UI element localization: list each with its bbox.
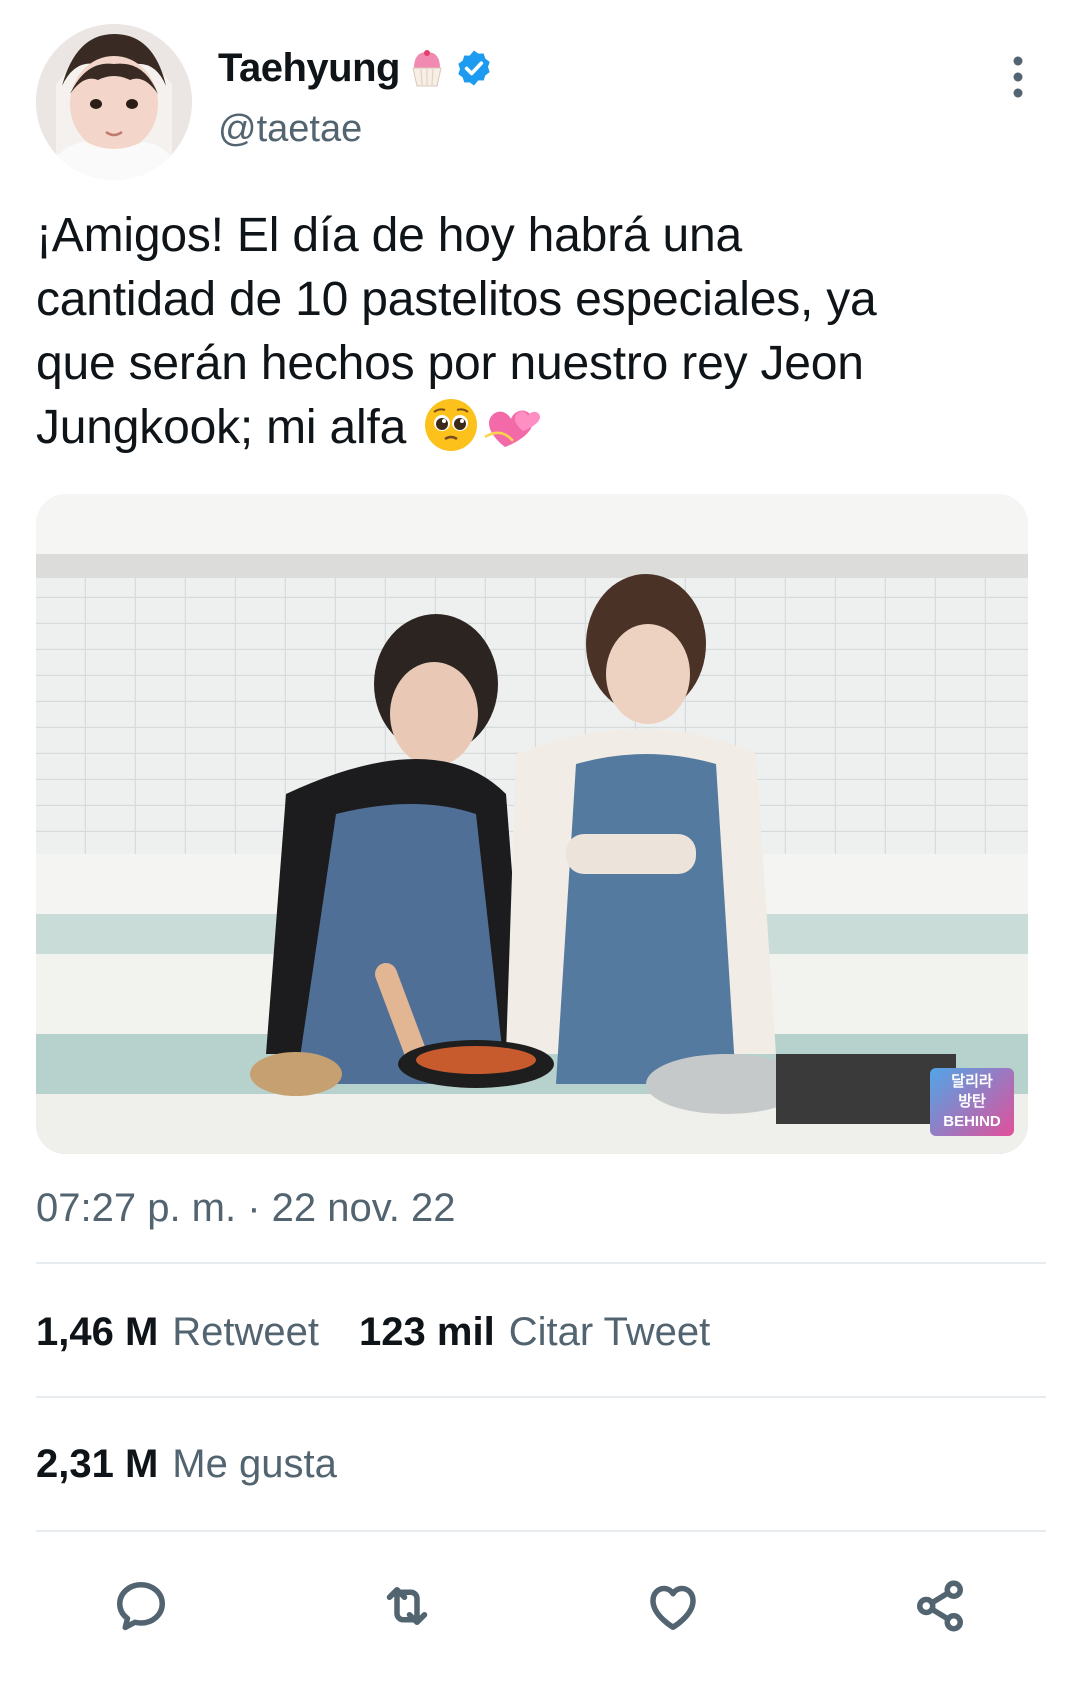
two-hearts-icon: [483, 397, 547, 470]
stats-row-likes: 2,31 M Me gusta: [36, 1442, 377, 1487]
retweet-icon: [386, 1587, 428, 1625]
quote-label[interactable]: Citar Tweet: [509, 1310, 711, 1355]
verified-badge-icon: [454, 48, 494, 88]
watermark-line: 방탄: [958, 1093, 986, 1110]
reply-icon: [117, 1582, 165, 1631]
cupcake-icon: [408, 48, 446, 88]
share-button[interactable]: [904, 1570, 976, 1642]
author-name[interactable]: Taehyung: [218, 46, 400, 91]
like-button[interactable]: [637, 1570, 709, 1642]
retweet-button[interactable]: [371, 1570, 443, 1642]
like-label[interactable]: Me gusta: [172, 1442, 337, 1487]
like-count[interactable]: 2,31 M: [36, 1442, 158, 1487]
tweet-text-line: ¡Amigos! El día de hoy habrá una: [36, 209, 743, 262]
stats-row-retweets: 1,46 M Retweet 123 mil Citar Tweet: [36, 1310, 750, 1355]
reply-button[interactable]: [105, 1570, 177, 1642]
tweet-image[interactable]: 달리라 방탄 BEHIND: [36, 494, 1028, 1154]
watermark-line: 달리라: [951, 1073, 993, 1090]
tweet-text-line: Jungkook; mi alfa: [36, 401, 407, 454]
watermark: 달리라 방탄 BEHIND: [930, 1068, 1014, 1136]
like-icon: [650, 1585, 696, 1630]
share-icon: [917, 1580, 963, 1632]
retweet-count[interactable]: 1,46 M: [36, 1310, 158, 1355]
divider: [36, 1530, 1046, 1532]
tweet-text: ¡Amigos! El día de hoy habrá una cantida…: [36, 204, 1046, 470]
watermark-line: BEHIND: [943, 1113, 1001, 1130]
retweet-label[interactable]: Retweet: [172, 1310, 319, 1355]
pleading-face-icon: [423, 397, 479, 470]
divider: [36, 1262, 1046, 1264]
avatar[interactable]: [36, 24, 192, 180]
author-handle[interactable]: @taetae: [218, 108, 362, 151]
tweet-timestamp[interactable]: 07:27 p. m. · 22 nov. 22: [36, 1186, 456, 1231]
tweet-text-line: que serán hechos por nuestro rey Jeon: [36, 337, 864, 390]
author-name-row: Taehyung: [218, 40, 494, 96]
quote-count[interactable]: 123 mil: [359, 1310, 495, 1355]
tweet-text-line: cantidad de 10 pastelitos especiales, ya: [36, 273, 877, 326]
divider: [36, 1396, 1046, 1398]
more-options-icon[interactable]: [998, 52, 1038, 102]
